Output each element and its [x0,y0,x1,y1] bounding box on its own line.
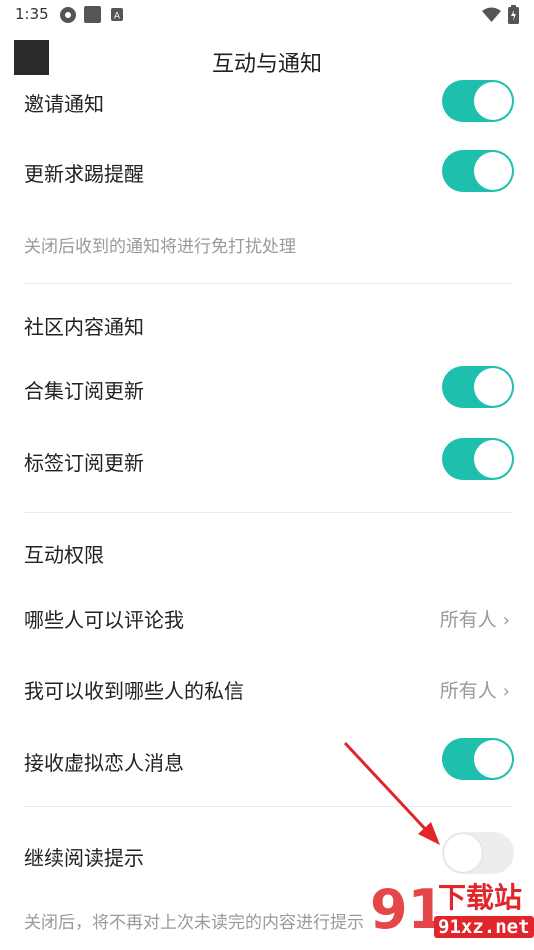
watermark-site: 91xz.net [434,916,534,938]
watermark-brand: 下载站 [438,881,523,914]
annotation-arrow-icon [343,741,440,845]
watermark: 91 下载站 91xz.net [368,876,534,946]
